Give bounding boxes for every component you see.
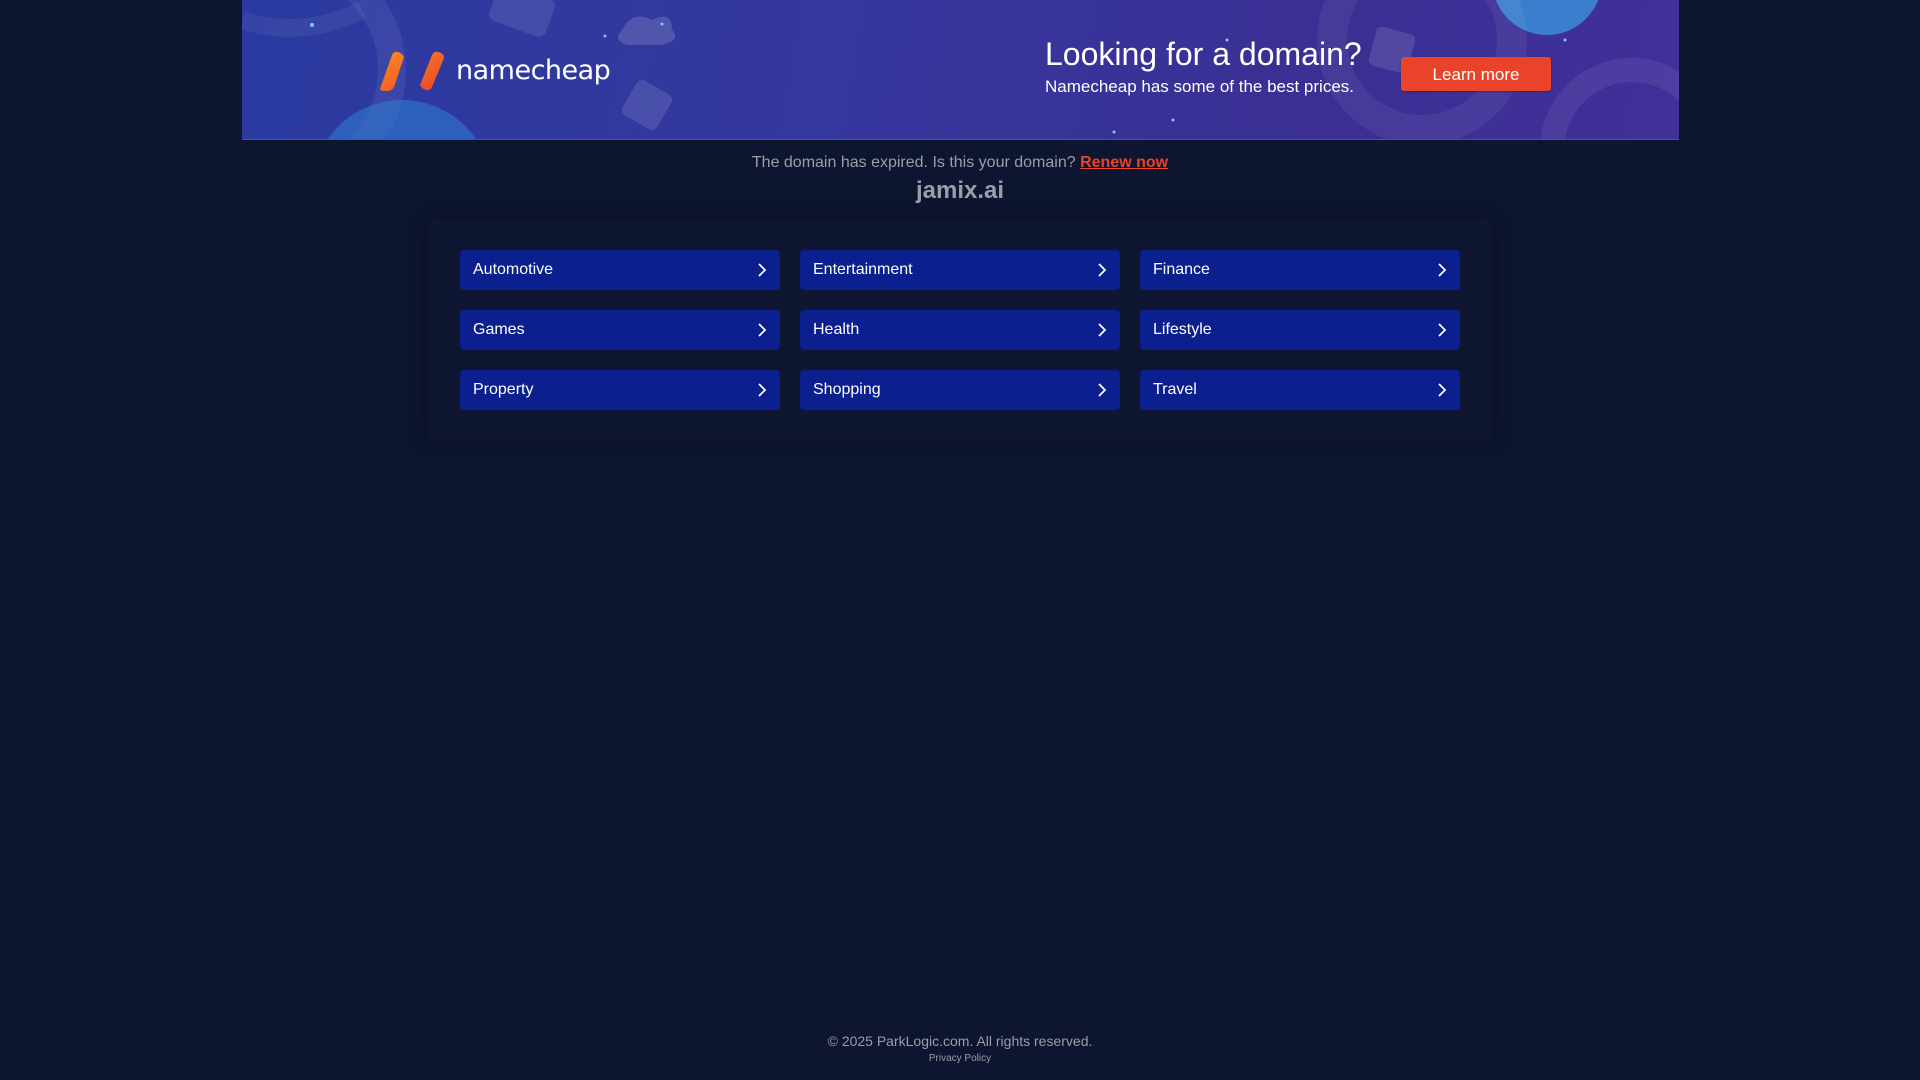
category-travel[interactable]: Travel (1140, 370, 1460, 410)
category-shopping[interactable]: Shopping (800, 370, 1120, 410)
expired-notice: The domain has expired. Is this your dom… (0, 153, 1920, 173)
learn-more-button[interactable]: Learn more (1401, 57, 1551, 91)
promo-banner[interactable]: namecheap Looking for a domain? Namechea… (242, 0, 1679, 140)
namecheap-logo[interactable]: namecheap (376, 49, 611, 93)
category-label: Lifestyle (1153, 321, 1212, 338)
chevron-right-icon (1438, 383, 1447, 397)
category-label: Property (473, 381, 534, 398)
renew-now-link[interactable]: Renew now (1080, 154, 1168, 171)
chevron-right-icon (758, 383, 767, 397)
category-label: Games (473, 321, 525, 338)
category-automotive[interactable]: Automotive (460, 250, 780, 290)
copyright-text: © 2025 ParkLogic.com. All rights reserve… (827, 1033, 1093, 1049)
category-finance[interactable]: Finance (1140, 250, 1460, 290)
chevron-right-icon (758, 323, 767, 337)
category-grid: Automotive Entertainment Finance Games H… (460, 250, 1460, 410)
chevron-right-icon (1438, 263, 1447, 277)
category-health[interactable]: Health (800, 310, 1120, 350)
chevron-right-icon (1098, 383, 1107, 397)
category-property[interactable]: Property (460, 370, 780, 410)
category-label: Health (813, 321, 860, 338)
logo-text: namecheap (456, 55, 611, 86)
promo-text: Looking for a domain? Namecheap has some… (1045, 35, 1362, 98)
category-label: Entertainment (813, 261, 913, 278)
namecheap-logo-icon (380, 51, 444, 91)
category-label: Shopping (813, 381, 881, 398)
page: namecheap Looking for a domain? Namechea… (0, 0, 1920, 1080)
domain-name: jamix.ai (915, 177, 1005, 204)
category-entertainment[interactable]: Entertainment (800, 250, 1120, 290)
category-label: Travel (1153, 381, 1197, 398)
category-label: Finance (1153, 261, 1210, 278)
privacy-policy-link[interactable]: Privacy Policy (0, 1052, 1920, 1066)
chevron-right-icon (1098, 323, 1107, 337)
category-lifestyle[interactable]: Lifestyle (1140, 310, 1460, 350)
chevron-right-icon (1098, 263, 1107, 277)
chevron-right-icon (758, 263, 767, 277)
category-label: Automotive (473, 261, 554, 278)
expired-message: The domain has expired. Is this your dom… (751, 154, 1076, 171)
category-games[interactable]: Games (460, 310, 780, 350)
promo-subheading: Namecheap has some of the best prices. (1045, 77, 1354, 96)
chevron-right-icon (1438, 323, 1447, 337)
promo-heading: Looking for a domain? (1045, 36, 1362, 72)
